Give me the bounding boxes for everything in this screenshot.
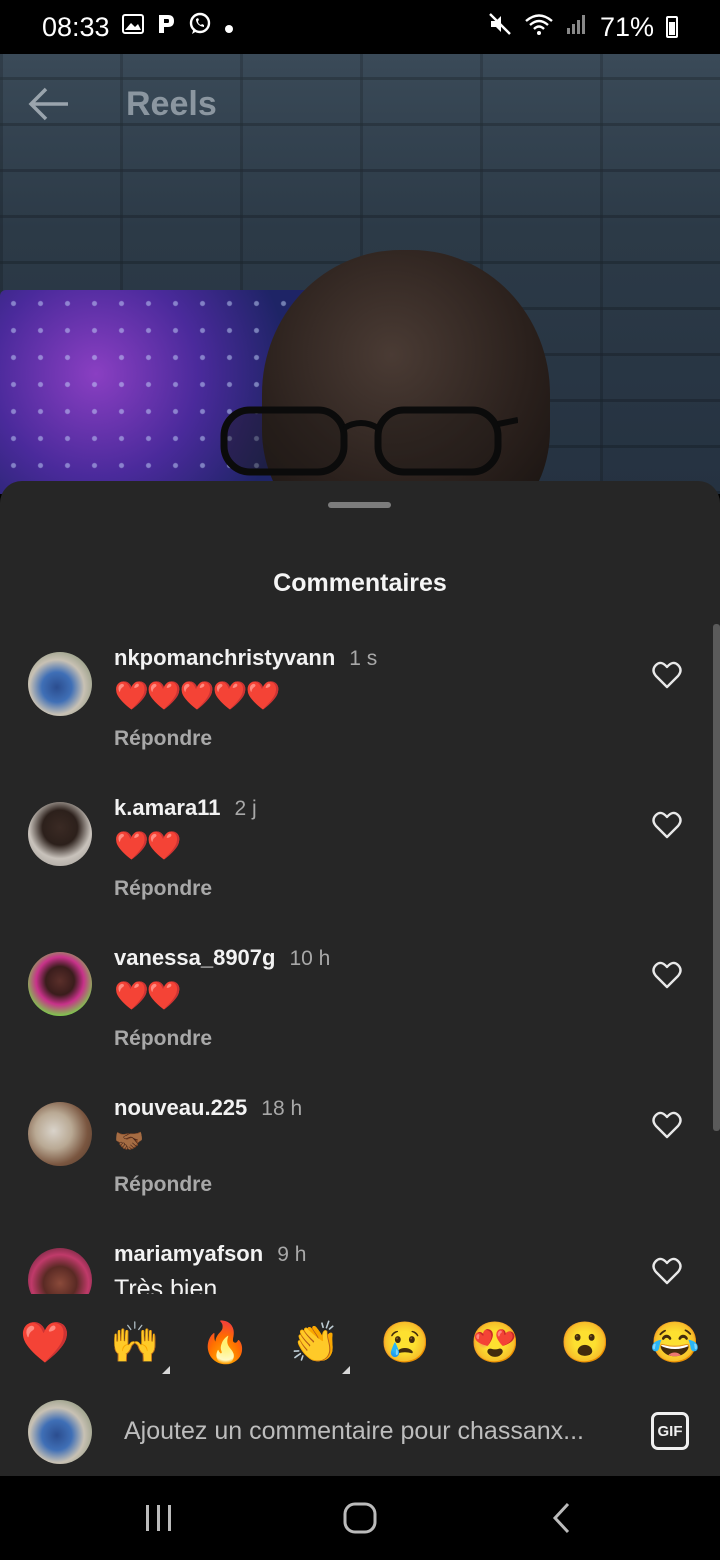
comment-header: mariamyafson 9 h — [114, 1241, 306, 1267]
comment-item: vanessa_8907g 10 h ❤️❤️ Répondre — [0, 931, 720, 1081]
comment-username[interactable]: nkpomanchristyvann — [114, 645, 335, 671]
gif-button[interactable]: GIF — [651, 1412, 689, 1450]
emoji-heart-eyes-button[interactable]: 😍 — [468, 1316, 522, 1370]
page-title: Reels — [126, 84, 217, 123]
comment-time: 1 s — [349, 647, 378, 670]
sheet-title: Commentaires — [273, 569, 447, 597]
emoji-raised-hands-button[interactable]: 🙌 — [108, 1316, 170, 1374]
emoji-fire-button[interactable]: 🔥 — [198, 1316, 252, 1370]
reply-button[interactable]: Répondre — [114, 727, 212, 751]
status-time: 08:33 — [42, 11, 110, 42]
like-heart-icon[interactable] — [652, 961, 682, 989]
variant-indicator — [342, 1366, 350, 1374]
comment-text: ❤️❤️ — [114, 980, 182, 1011]
comment-item: mariamyafson 9 h Très bien — [0, 1227, 720, 1294]
emoji-quick-bar: ❤️ 🙌 🔥 👏 😢 😍 😮 😂 — [0, 1296, 720, 1386]
like-heart-icon[interactable] — [652, 1257, 682, 1285]
like-heart-icon[interactable] — [652, 811, 682, 839]
recent-apps-icon[interactable] — [137, 1496, 181, 1540]
comment-input[interactable] — [112, 1402, 656, 1460]
battery-percent: 71% — [599, 11, 654, 42]
signal-icon — [566, 13, 588, 41]
whatsapp-icon — [188, 12, 212, 42]
comment-time: 9 h — [277, 1243, 307, 1266]
comment-username[interactable]: mariamyafson — [114, 1241, 263, 1267]
emoji-laughing-button[interactable]: 😂 — [648, 1316, 702, 1370]
mute-icon — [488, 12, 512, 42]
variant-indicator — [162, 1366, 170, 1374]
wifi-icon — [524, 12, 554, 42]
reply-button[interactable]: Répondre — [114, 1173, 212, 1197]
comment-header: vanessa_8907g 10 h — [114, 945, 330, 971]
dot-icon — [224, 14, 234, 40]
emoji-clap-button[interactable]: 👏 — [288, 1316, 350, 1374]
comment-input-row: GIF — [0, 1386, 720, 1476]
comment-header: k.amara11 2 j — [114, 795, 257, 821]
avatar[interactable] — [28, 652, 92, 716]
avatar[interactable] — [28, 802, 92, 866]
emoji-heart-button[interactable]: ❤️ — [18, 1316, 72, 1370]
comment-text: Très bien — [114, 1275, 218, 1294]
comment-item: nouveau.225 18 h 🤝🏾 Répondre — [0, 1081, 720, 1231]
comment-username[interactable]: nouveau.225 — [114, 1095, 247, 1121]
comment-item: nkpomanchristyvann 1 s ❤️❤️❤️❤️❤️ Répond… — [0, 631, 720, 781]
emoji-surprised-button[interactable]: 😮 — [558, 1316, 612, 1370]
status-right: 71% — [488, 12, 678, 43]
status-left: 08:33 — [42, 12, 234, 43]
glasses-shape — [220, 406, 518, 476]
status-bar: 08:33 71% — [0, 0, 720, 54]
comment-text: ❤️❤️❤️❤️❤️ — [114, 680, 280, 711]
back-arrow-icon[interactable] — [28, 83, 70, 125]
reply-button[interactable]: Répondre — [114, 1027, 212, 1051]
my-avatar — [28, 1400, 92, 1464]
like-heart-icon[interactable] — [652, 661, 682, 689]
comment-item: k.amara11 2 j ❤️❤️ Répondre — [0, 781, 720, 931]
comment-username[interactable]: vanessa_8907g — [114, 945, 275, 971]
comment-text: 🤝🏾 — [114, 1128, 144, 1155]
emoji-glyph: 👏 — [290, 1321, 340, 1365]
battery-icon — [666, 16, 678, 38]
comment-username[interactable]: k.amara11 — [114, 795, 220, 821]
comment-text: ❤️❤️ — [114, 830, 182, 861]
back-nav-icon[interactable] — [540, 1496, 584, 1540]
avatar[interactable] — [28, 1248, 92, 1294]
like-heart-icon[interactable] — [652, 1111, 682, 1139]
avatar[interactable] — [28, 1102, 92, 1166]
emoji-glyph: 🙌 — [110, 1321, 160, 1365]
comment-time: 18 h — [261, 1097, 303, 1120]
comment-header: nkpomanchristyvann 1 s — [114, 645, 377, 671]
emoji-crying-button[interactable]: 😢 — [378, 1316, 432, 1370]
system-nav-bar — [0, 1476, 720, 1560]
comment-time: 10 h — [289, 947, 331, 970]
comment-time: 2 j — [234, 797, 257, 820]
reply-button[interactable]: Répondre — [114, 877, 212, 901]
comments-list[interactable]: nkpomanchristyvann 1 s ❤️❤️❤️❤️❤️ Répond… — [0, 631, 720, 1294]
drag-handle[interactable] — [328, 502, 391, 508]
reels-header: Reels — [0, 54, 720, 154]
p-icon — [156, 13, 176, 41]
gallery-icon — [121, 14, 144, 40]
comment-header: nouveau.225 18 h — [114, 1095, 302, 1121]
home-icon[interactable] — [338, 1496, 382, 1540]
avatar[interactable] — [28, 952, 92, 1016]
